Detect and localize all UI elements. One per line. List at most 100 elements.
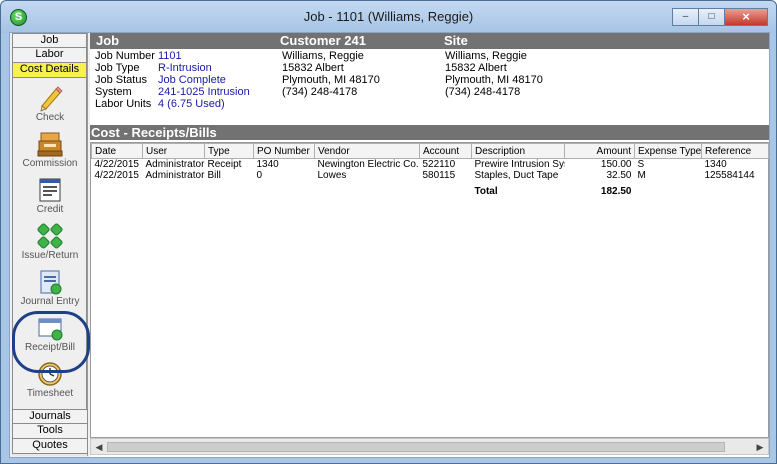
issue-return-icon xyxy=(37,223,63,249)
cell-expense-type: S xyxy=(637,159,645,170)
job-info: Job Number 1101 Job Type R-Intrusion Job S… xyxy=(95,50,250,110)
scroll-left-icon[interactable]: ◀ xyxy=(93,441,105,453)
sidebar-item-credit[interactable]: Credit xyxy=(13,174,87,220)
receipts-grid: Date User Type PO Number Vendor Account … xyxy=(90,142,769,438)
cell-user: Administrator xyxy=(145,170,205,181)
scrollbar-thumb[interactable] xyxy=(107,442,725,452)
system-value: 241-1025 Intrusion xyxy=(158,86,250,98)
labor-units-row: Labor Units 4 (6.75 Used) xyxy=(95,98,250,110)
sidebar-item-check[interactable]: Check xyxy=(13,82,87,128)
cell-vendor: Newington Electric Co. xyxy=(317,159,419,170)
customer-header: Customer 241 xyxy=(280,33,366,48)
cell-description: Prewire Intrusion Syst... xyxy=(474,159,565,170)
column-header-account[interactable]: Account xyxy=(419,143,472,159)
sidebar-item-label: Check xyxy=(35,112,65,123)
system-row: System 241-1025 Intrusion xyxy=(95,86,250,98)
sidebar-item-label: Credit xyxy=(36,204,64,215)
job-number-row: Job Number 1101 xyxy=(95,50,250,62)
cell-type: Bill xyxy=(207,170,221,181)
table-row[interactable]: 4/22/2015 Administrator Bill 0 Lowes 580… xyxy=(92,170,769,181)
column-header-type[interactable]: Type xyxy=(204,143,254,159)
job-status-label: Job Status xyxy=(95,74,147,86)
customer-city: Plymouth, MI 48170 xyxy=(282,74,380,86)
credit-document-icon xyxy=(39,178,61,202)
cell-date: 4/22/2015 xyxy=(94,159,140,170)
close-button[interactable]: × xyxy=(724,8,768,26)
title-bar: S Job - 1101 (Williams, Reggie) – □ × xyxy=(1,1,776,33)
tab-cost-details[interactable]: Cost Details xyxy=(12,63,87,78)
customer-info: Williams, Reggie 15832 Albert Plymouth, … xyxy=(282,50,380,98)
column-header-po-number[interactable]: PO Number xyxy=(253,143,315,159)
cell-reference: 1340 xyxy=(704,159,727,170)
cell-account: 580115 xyxy=(422,170,456,181)
main-panel: Job Customer 241 Site Job Number 1101 Job… xyxy=(90,33,769,457)
highlight-annotation xyxy=(12,311,90,373)
tab-job[interactable]: Job xyxy=(12,33,87,48)
table-row[interactable]: 4/22/2015 Administrator Receipt 1340 New… xyxy=(92,159,769,171)
cell-amount: 150.00 xyxy=(600,159,632,170)
window-controls: – □ × xyxy=(672,8,768,26)
cell-amount: 32.50 xyxy=(606,170,632,181)
client-area: Job Labor Cost Details Check Commission … xyxy=(9,32,770,458)
job-header: Job xyxy=(96,33,120,48)
site-phone: (734) 248-4178 xyxy=(445,86,521,98)
sidebar-item-label: Commission xyxy=(22,158,78,169)
sidebar-bottom-tabs: Journals Tools Quotes xyxy=(12,409,88,454)
customer-street: 15832 Albert xyxy=(282,62,344,74)
column-header-date[interactable]: Date xyxy=(91,143,143,159)
app-window: S Job - 1101 (Williams, Reggie) – □ × Jo… xyxy=(0,0,777,464)
scroll-right-icon[interactable]: ▶ xyxy=(754,441,766,453)
column-header-description[interactable]: Description xyxy=(471,143,565,159)
job-type-value: R-Intrusion xyxy=(158,62,212,74)
column-header-amount[interactable]: Amount xyxy=(564,143,635,159)
cell-type: Receipt xyxy=(207,159,242,170)
info-header: Job Customer 241 Site xyxy=(90,33,769,49)
tab-tools[interactable]: Tools xyxy=(12,424,88,439)
sidebar-item-label: Issue/Return xyxy=(21,250,79,261)
receipts-table: Date User Type PO Number Vendor Account … xyxy=(91,143,769,197)
job-number-label: Job Number xyxy=(95,50,155,62)
cash-register-icon xyxy=(37,132,63,157)
column-header-expense-type[interactable]: Expense Type xyxy=(634,143,702,159)
tab-quotes[interactable]: Quotes xyxy=(12,439,88,454)
cell-vendor: Lowes xyxy=(317,170,347,181)
cell-expense-type: M xyxy=(637,170,646,181)
sidebar-item-commission[interactable]: Commission xyxy=(13,128,87,174)
sidebar: Job Labor Cost Details Check Commission … xyxy=(12,33,90,456)
cell-reference: 125584144 xyxy=(704,170,755,181)
job-status-value: Job Complete xyxy=(158,74,226,86)
table-header-row: Date User Type PO Number Vendor Account … xyxy=(91,143,769,159)
cell-po-number: 0 xyxy=(256,170,263,181)
site-street: 15832 Albert xyxy=(445,62,507,74)
column-header-reference[interactable]: Reference xyxy=(701,143,769,159)
sidebar-item-journal-entry[interactable]: Journal Entry xyxy=(13,266,87,312)
section-title: Cost - Receipts/Bills xyxy=(90,125,769,140)
labor-units-value: 4 (6.75 Used) xyxy=(158,98,225,110)
window-title: Job - 1101 (Williams, Reggie) xyxy=(303,9,474,24)
total-row: Total 182.50 xyxy=(92,181,769,197)
site-name: Williams, Reggie xyxy=(445,50,527,62)
sidebar-item-label: Journal Entry xyxy=(20,296,80,307)
labor-units-label: Labor Units xyxy=(95,98,152,110)
customer-phone: (734) 248-4178 xyxy=(282,86,358,98)
system-label: System xyxy=(95,86,132,98)
total-label: Total xyxy=(474,186,498,197)
tab-labor[interactable]: Labor xyxy=(12,48,87,63)
cell-account: 522110 xyxy=(422,159,456,170)
sidebar-item-issue-return[interactable]: Issue/Return xyxy=(13,220,87,266)
customer-name: Williams, Reggie xyxy=(282,50,364,62)
tab-journals[interactable]: Journals xyxy=(12,409,88,424)
total-value: 182.50 xyxy=(600,186,632,197)
minimize-button[interactable]: – xyxy=(672,8,698,26)
journal-entry-icon xyxy=(40,270,62,295)
job-type-row: Job Type R-Intrusion xyxy=(95,62,250,74)
horizontal-scrollbar[interactable]: ◀ ▶ xyxy=(90,438,769,455)
cell-description: Staples, Duct Tape xyxy=(474,170,559,181)
maximize-button[interactable]: □ xyxy=(698,8,724,26)
cell-date: 4/22/2015 xyxy=(94,170,140,181)
job-number-value: 1101 xyxy=(158,50,182,62)
column-header-vendor[interactable]: Vendor xyxy=(314,143,420,159)
column-header-user[interactable]: User xyxy=(142,143,205,159)
site-city: Plymouth, MI 48170 xyxy=(445,74,543,86)
job-status-row: Job Status Job Complete xyxy=(95,74,250,86)
